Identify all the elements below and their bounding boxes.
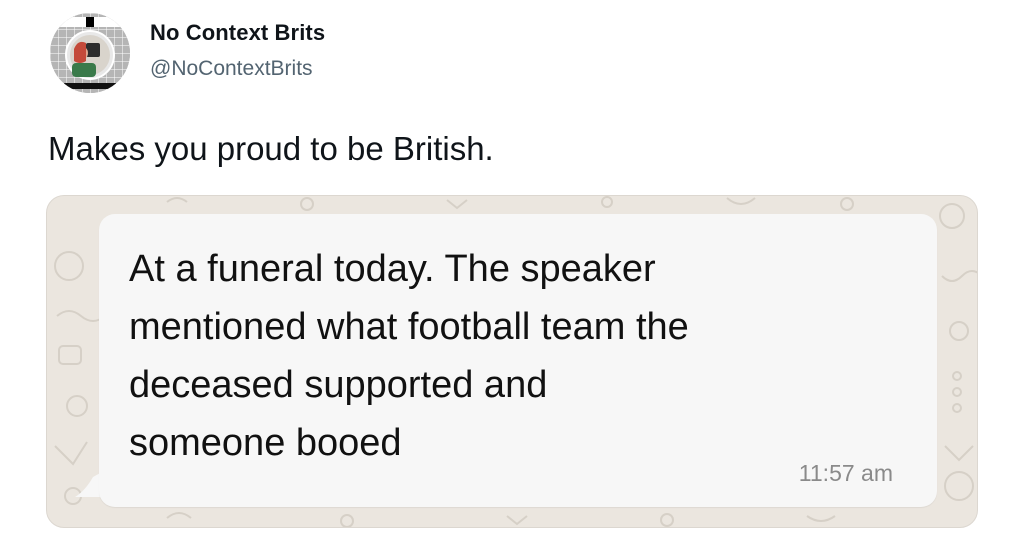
message-text: At a funeral today. The speaker mentione…: [129, 248, 689, 464]
author-handle[interactable]: @NoContextBrits: [150, 57, 313, 81]
tweet-media-screenshot[interactable]: At a funeral today. The speaker mentione…: [46, 195, 978, 528]
author-avatar[interactable]: [50, 13, 130, 93]
message-bubble: At a funeral today. The speaker mentione…: [99, 214, 937, 507]
author-name[interactable]: No Context Brits: [150, 20, 325, 46]
profile-avatar-icon: [50, 13, 130, 93]
tweet-text: Makes you proud to be British.: [48, 130, 494, 167]
message-timestamp: 11:57 am: [798, 460, 893, 486]
tweet-card: No Context Brits @NoContextBrits Makes y…: [0, 0, 1024, 536]
